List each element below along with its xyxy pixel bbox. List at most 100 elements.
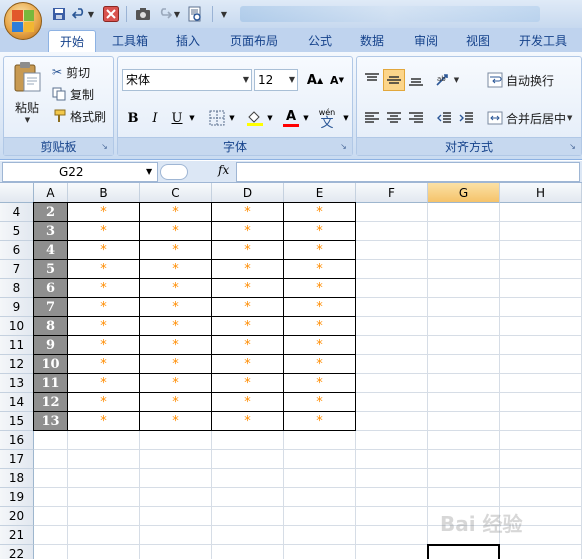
row-header[interactable]: 9 [0, 298, 34, 317]
cell-a-16[interactable] [34, 431, 68, 450]
column-header-g[interactable]: G [428, 183, 500, 203]
cell-d-18[interactable] [212, 469, 284, 488]
font-name-dropdown-icon[interactable]: ▼ [243, 70, 249, 90]
cell-c-19[interactable] [140, 488, 212, 507]
cell-f-10[interactable] [356, 317, 428, 336]
cell-h-7[interactable] [500, 260, 582, 279]
cell-e-22[interactable] [284, 545, 356, 559]
save-icon[interactable] [50, 5, 68, 23]
cell-b-17[interactable] [68, 450, 140, 469]
row-header[interactable]: 16 [0, 431, 34, 450]
cell-e-9[interactable]: * [284, 298, 356, 317]
cell-h-19[interactable] [500, 488, 582, 507]
customize-dropdown-icon[interactable]: ▼ [218, 5, 230, 23]
cell-b-18[interactable] [68, 469, 140, 488]
cell-a-15[interactable]: 13 [34, 412, 68, 431]
cell-c-6[interactable]: * [140, 241, 212, 260]
cell-e-11[interactable]: * [284, 336, 356, 355]
cell-e-18[interactable] [284, 469, 356, 488]
row-header[interactable]: 19 [0, 488, 34, 507]
row-header[interactable]: 17 [0, 450, 34, 469]
cell-b-9[interactable]: * [68, 298, 140, 317]
cell-d-22[interactable] [212, 545, 284, 559]
borders-button[interactable] [206, 107, 228, 129]
font-color-button[interactable]: A [280, 107, 302, 129]
cell-b-20[interactable] [68, 507, 140, 526]
insert-function-icon[interactable]: fx [218, 163, 229, 177]
cell-g-8[interactable] [428, 279, 500, 298]
cell-g-6[interactable] [428, 241, 500, 260]
cell-h-5[interactable] [500, 222, 582, 241]
select-all-corner[interactable] [0, 183, 34, 203]
orientation-dropdown-icon[interactable]: ▼ [454, 76, 459, 84]
cell-c-16[interactable] [140, 431, 212, 450]
cell-f-15[interactable] [356, 412, 428, 431]
cell-d-5[interactable]: * [212, 222, 284, 241]
font-launcher-icon[interactable]: ↘ [338, 141, 349, 152]
orientation-button[interactable]: ab ▼ [433, 69, 461, 91]
cell-a-21[interactable] [34, 526, 68, 545]
cell-d-4[interactable]: * [212, 203, 284, 222]
undo-dropdown-icon[interactable]: ▼ [86, 5, 96, 23]
cell-b-10[interactable]: * [68, 317, 140, 336]
cell-d-12[interactable]: * [212, 355, 284, 374]
selected-cell[interactable] [427, 544, 500, 559]
cell-e-10[interactable]: * [284, 317, 356, 336]
paste-dropdown-icon[interactable]: ▼ [25, 116, 30, 124]
cell-g-4[interactable] [428, 203, 500, 222]
cell-a-10[interactable]: 8 [34, 317, 68, 336]
cell-d-20[interactable] [212, 507, 284, 526]
row-header[interactable]: 8 [0, 279, 34, 298]
cell-b-8[interactable]: * [68, 279, 140, 298]
clipboard-launcher-icon[interactable]: ↘ [99, 141, 110, 152]
tab-insert[interactable]: 插入 [164, 30, 212, 52]
cell-d-11[interactable]: * [212, 336, 284, 355]
cell-f-4[interactable] [356, 203, 428, 222]
cell-d-15[interactable]: * [212, 412, 284, 431]
cell-c-17[interactable] [140, 450, 212, 469]
column-header-a[interactable]: A [34, 183, 68, 203]
print-preview-icon[interactable] [186, 5, 204, 23]
cell-e-15[interactable]: * [284, 412, 356, 431]
cell-g-12[interactable] [428, 355, 500, 374]
wrap-text-button[interactable]: 自动换行 [487, 69, 554, 91]
align-right-button[interactable] [405, 107, 427, 129]
column-header-b[interactable]: B [68, 183, 140, 203]
cell-b-22[interactable] [68, 545, 140, 559]
cell-e-6[interactable]: * [284, 241, 356, 260]
cell-c-12[interactable]: * [140, 355, 212, 374]
cell-d-13[interactable]: * [212, 374, 284, 393]
cell-f-9[interactable] [356, 298, 428, 317]
cell-f-8[interactable] [356, 279, 428, 298]
cell-h-18[interactable] [500, 469, 582, 488]
cell-d-21[interactable] [212, 526, 284, 545]
tab-formulas[interactable]: 公式 [296, 30, 344, 52]
tab-data[interactable]: 数据 [348, 30, 396, 52]
column-header-e[interactable]: E [284, 183, 356, 203]
cell-g-5[interactable] [428, 222, 500, 241]
phonetic-guide-button[interactable]: wén 文 [314, 105, 340, 131]
cell-b-6[interactable]: * [68, 241, 140, 260]
row-header[interactable]: 22 [0, 545, 34, 559]
cell-h-12[interactable] [500, 355, 582, 374]
cell-e-13[interactable]: * [284, 374, 356, 393]
alignment-launcher-icon[interactable]: ↘ [567, 141, 578, 152]
cell-h-10[interactable] [500, 317, 582, 336]
cell-b-16[interactable] [68, 431, 140, 450]
cell-e-16[interactable] [284, 431, 356, 450]
cell-e-20[interactable] [284, 507, 356, 526]
font-size-dropdown-icon[interactable]: ▼ [289, 70, 295, 90]
cell-f-13[interactable] [356, 374, 428, 393]
align-left-button[interactable] [361, 107, 383, 129]
cell-c-20[interactable] [140, 507, 212, 526]
column-header-c[interactable]: C [140, 183, 212, 203]
cell-c-4[interactable]: * [140, 203, 212, 222]
cell-g-9[interactable] [428, 298, 500, 317]
cell-g-17[interactable] [428, 450, 500, 469]
row-header[interactable]: 13 [0, 374, 34, 393]
cell-f-18[interactable] [356, 469, 428, 488]
column-header-f[interactable]: F [356, 183, 428, 203]
tab-toolbox[interactable]: 工具箱 [104, 30, 156, 52]
cell-a-5[interactable]: 3 [34, 222, 68, 241]
cell-c-14[interactable]: * [140, 393, 212, 412]
